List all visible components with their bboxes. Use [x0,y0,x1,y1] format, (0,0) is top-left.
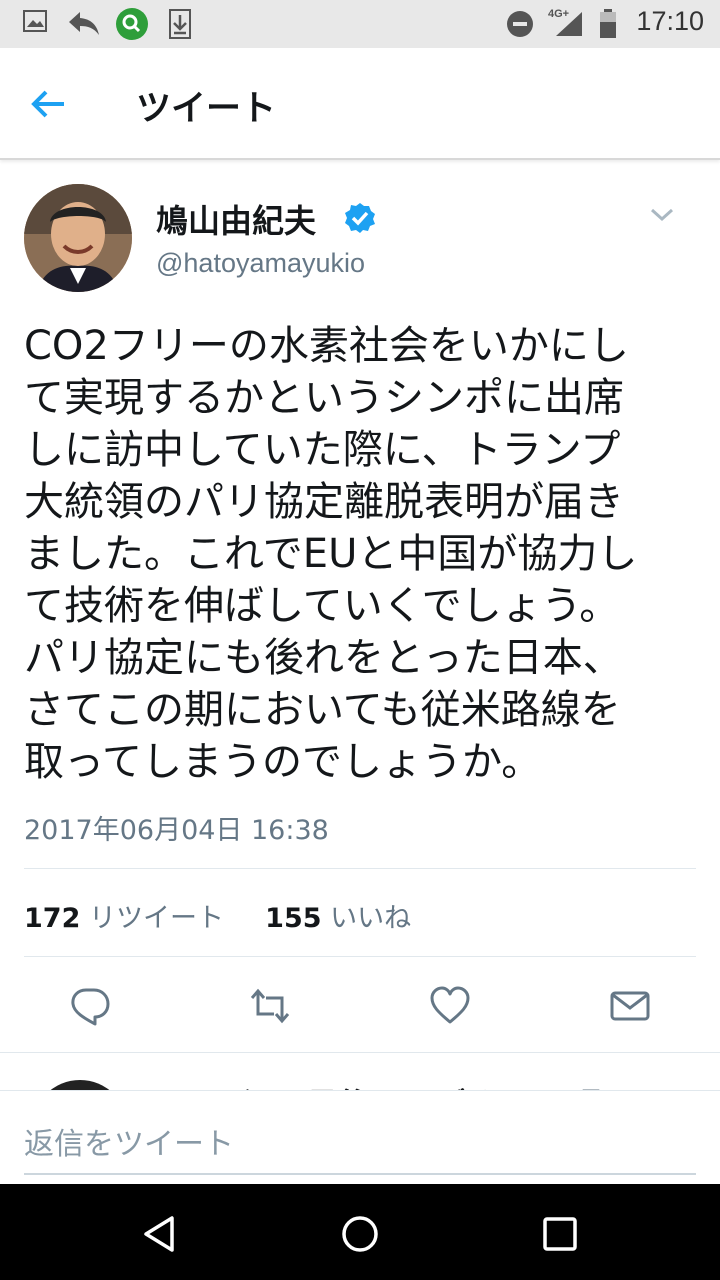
reply-arrow-icon [69,12,99,35]
system-nav-bar [0,1184,720,1280]
reply-icon[interactable] [68,984,112,1028]
divider [24,868,696,869]
reply-input[interactable] [24,1115,696,1175]
gallery-icon [23,10,47,32]
retweet-count[interactable]: 172 [24,903,80,934]
back-arrow-icon[interactable] [28,84,68,124]
tweet-stats: 172 リツイート 155 いいね [24,896,411,935]
divider [0,1052,720,1053]
nav-home-icon[interactable] [338,1212,382,1256]
nav-back-icon[interactable] [140,1212,184,1256]
like-label[interactable]: いいね [330,903,411,934]
page-title: ツイート [136,89,277,129]
signal-icon [556,12,582,36]
avatar[interactable] [24,184,132,292]
chevron-down-icon[interactable] [648,200,676,228]
reply-author-name: ランボー4号後のエデさん [156,1080,530,1090]
divider [24,956,696,957]
app-bar: ツイート [0,48,720,160]
like-heart-icon[interactable] [428,984,472,1028]
author-name[interactable]: 鳩山由紀夫 [156,196,316,242]
tweet-body: CO2フリーの水素社会をいかにし て実現するかというシンポに出席 しに訪中してい… [24,323,638,785]
avatar-portrait [24,184,132,292]
download-icon [169,9,191,39]
tweet-timestamp: 2017年06月04日 16:38 [24,815,329,846]
clock: 17:10 [636,6,704,36]
battery-icon [600,9,616,38]
do-not-disturb-icon [507,11,533,37]
status-bar: 4G+ 17:10 [0,0,720,48]
reply-avatar [32,1080,128,1090]
verified-badge-icon [345,203,375,233]
next-reply-peek[interactable]: ランボー4号後のエデさん 6月4日 [0,1056,720,1090]
author-handle[interactable]: @hatoyamayukio [156,248,365,279]
nav-recents-icon[interactable] [538,1212,582,1256]
reply-date: 6月4日 [560,1080,648,1090]
retweet-label[interactable]: リツイート [89,903,224,934]
reply-bar [0,1090,720,1184]
retweet-icon[interactable] [248,984,292,1028]
search-app-icon [116,8,148,40]
share-mail-icon[interactable] [608,984,652,1028]
like-count[interactable]: 155 [265,903,321,934]
